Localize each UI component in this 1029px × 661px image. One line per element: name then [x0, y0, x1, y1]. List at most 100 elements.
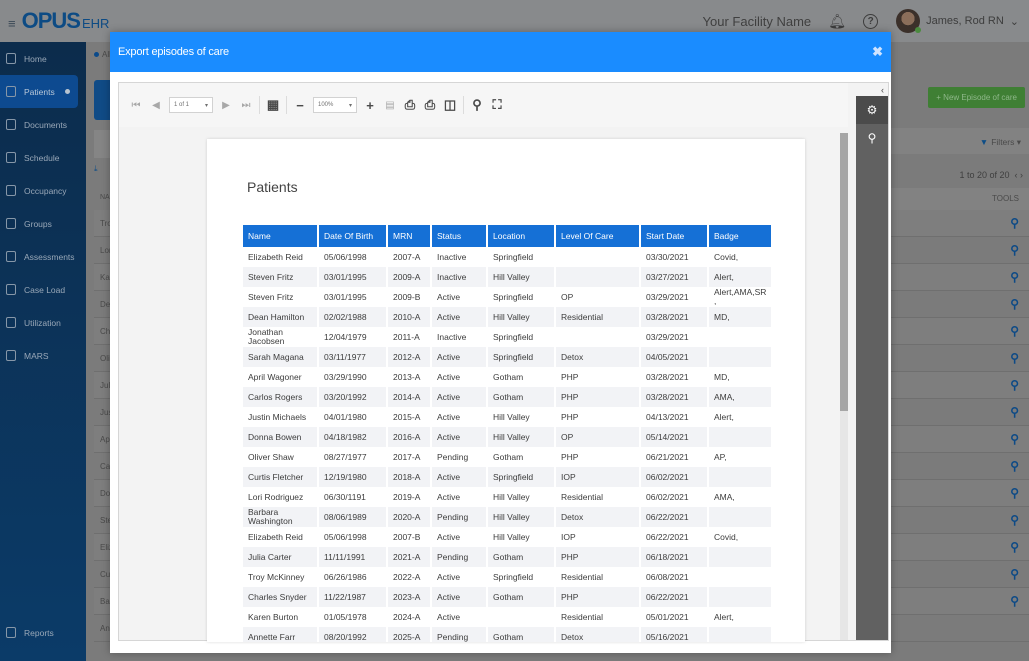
table-cell: 03/01/1995 [319, 267, 386, 287]
table-row: April Wagoner 03/29/1990 2013-A Active Gotha… [243, 367, 771, 387]
table-cell: 03/29/2021 [646, 291, 689, 302]
table-row: Justin Michaels 04/01/1980 2015-A Active Hil… [243, 407, 771, 427]
page-select[interactable]: 1 of 1 ▾ [169, 97, 213, 113]
print-icon[interactable]: ⎙ [403, 97, 417, 113]
zoom-out-icon[interactable]: − [293, 97, 307, 113]
first-page-icon[interactable]: ⏮︎ [129, 97, 143, 113]
sidebar-item-groups[interactable]: Groups [0, 207, 86, 240]
table-cell: Covid, [714, 531, 739, 542]
next-page-icon[interactable]: ▶︎ [219, 97, 233, 113]
search-icon[interactable]: ⚲ [1010, 486, 1019, 500]
gear-icon[interactable]: ⚙ [856, 96, 888, 124]
table-cell: Detox [556, 627, 639, 642]
search-icon[interactable]: ⚲ [1010, 594, 1019, 608]
table-cell: Active [432, 427, 486, 447]
search-icon[interactable]: ⚲ [1010, 567, 1019, 581]
collapse-panel-icon[interactable]: ‹ [881, 85, 884, 95]
table-cell: 06/18/2021 [641, 547, 707, 567]
table-cell [709, 547, 772, 567]
fullscreen-icon[interactable]: ⛶ [490, 97, 504, 113]
search-icon[interactable]: ⚲ [470, 97, 484, 113]
table-cell: 06/02/2021 [641, 467, 707, 487]
multipage-view-icon[interactable]: ▦ [266, 97, 280, 113]
new-episode-label: New Episode of care [943, 93, 1017, 102]
hamburger-icon[interactable]: ≡ [8, 16, 16, 31]
table-cell: Julia Carter [243, 547, 317, 567]
reports-icon [6, 627, 16, 638]
table-cell: Active [437, 491, 461, 502]
report-scrollbar[interactable] [840, 133, 848, 640]
sidebar-item-home[interactable]: Home [0, 42, 86, 75]
search-icon[interactable]: ⚲ [1010, 513, 1019, 527]
scrollbar-thumb[interactable] [840, 133, 848, 411]
table-row: Sarah Magana 03/11/1977 2012-A Active Spring… [243, 347, 772, 367]
table-cell: Active [437, 571, 461, 582]
search-icon[interactable]: ⚲ [1010, 432, 1019, 446]
print-page-icon[interactable]: ⎙ [423, 97, 437, 113]
export-icon[interactable]: ◫ [443, 97, 457, 113]
filter-icon: ▼ [979, 137, 989, 147]
search-icon[interactable]: ⚲ [1010, 351, 1019, 365]
table-cell: 2010-A [388, 307, 430, 327]
table-cell: 03/20/1992 [319, 387, 386, 407]
table-cell: 2014-A [388, 387, 430, 407]
user-name: James, Rod RN [926, 15, 1004, 27]
highlight-editable-icon[interactable]: ▤ [383, 97, 397, 113]
bell-icon[interactable]: 🔔︎ [828, 13, 846, 29]
search-icon[interactable]: ⚲ [1010, 324, 1019, 338]
facility-name[interactable]: Your Facility Name [703, 14, 812, 29]
sidebar-item-case-load[interactable]: Case Load [0, 273, 86, 306]
prev-page-icon[interactable]: ◀︎ [149, 97, 163, 113]
app-logo[interactable]: ≡ OPUS EHR [8, 8, 109, 34]
zoom-in-icon[interactable]: + [363, 97, 377, 113]
search-icon[interactable]: ⚲ [856, 124, 888, 152]
table-cell: Springfield [493, 571, 534, 582]
sidebar-item-label: Schedule [24, 152, 60, 163]
sidebar-item-assessments[interactable]: Assessments [0, 240, 86, 273]
sidebar-item-schedule[interactable]: Schedule [0, 141, 86, 174]
patients-table: Name Date Of Birth MRN Status Location L… [241, 225, 773, 642]
table-cell: IOP [561, 531, 576, 542]
sidebar-item-utilization[interactable]: Utilization [0, 306, 86, 339]
close-icon[interactable]: ✖ [872, 44, 883, 60]
table-cell: Gotham [488, 387, 554, 407]
search-icon[interactable]: ⚲ [1010, 216, 1019, 230]
user-menu[interactable]: James, Rod RN ⌄ [896, 9, 1019, 33]
table-cell: 04/13/2021 [646, 411, 689, 422]
search-icon[interactable]: ⚲ [1010, 459, 1019, 473]
new-episode-button[interactable]: + New Episode of care [928, 87, 1025, 108]
search-icon[interactable]: ⚲ [1010, 405, 1019, 419]
table-cell: Active [432, 467, 486, 487]
zoom-select[interactable]: 100% ▾ [313, 97, 357, 113]
table-cell: AP, [714, 451, 727, 462]
caseload-icon [6, 284, 16, 295]
table-row: Steven Fritz 03/01/1995 2009-B Active Spring… [243, 287, 771, 307]
table-cell: Active [432, 387, 486, 407]
sidebar-item-patients[interactable]: Patients [0, 75, 78, 108]
modal-title: Export episodes of care [118, 46, 229, 58]
search-icon[interactable]: ⚲ [1010, 540, 1019, 554]
table-cell: 2012-A [388, 347, 430, 367]
sidebar-item-documents[interactable]: Documents [0, 108, 86, 141]
search-icon[interactable]: ⚲ [1010, 297, 1019, 311]
sidebar-item-mars[interactable]: MARS [0, 339, 86, 372]
column-header: Start Date [641, 225, 707, 247]
table-cell: Curtis Fletcher [243, 467, 317, 487]
table-cell: Residential [556, 307, 639, 327]
table-cell: Lori Rodriguez [248, 491, 304, 502]
table-row: Curtis Fletcher 12/19/1980 2018-A Active Spr… [243, 467, 772, 487]
sidebar-item-reports[interactable]: Reports [0, 616, 54, 649]
search-icon[interactable]: ⚲ [1010, 378, 1019, 392]
table-cell: IOP [556, 467, 639, 487]
table-cell: 03/28/2021 [641, 307, 707, 327]
last-page-icon[interactable]: ⏭︎ [239, 97, 253, 113]
search-icon[interactable]: ⚲ [1010, 243, 1019, 257]
filter-strip: All [94, 50, 111, 59]
search-icon[interactable]: ⚲ [1010, 270, 1019, 284]
filters-dropdown[interactable]: ▼ Filters ▾ [980, 137, 1021, 148]
help-icon[interactable]: ? [863, 13, 879, 29]
table-cell: 2009-A [388, 267, 430, 287]
table-row: Lori Rodriguez 06/30/1191 2019-A Active Hill… [243, 487, 771, 507]
sidebar-item-occupancy[interactable]: Occupancy [0, 174, 86, 207]
table-cell: Springfield [493, 331, 534, 342]
